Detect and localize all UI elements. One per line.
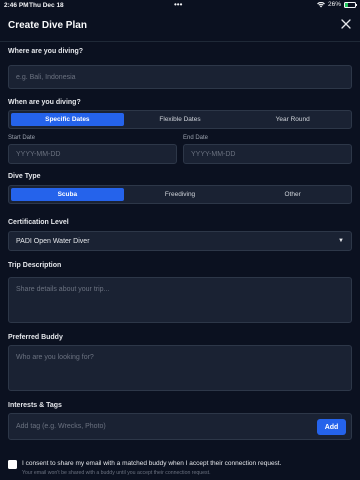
dive-type-label: Dive Type [8,173,41,180]
when-label: When are you diving? [8,99,81,106]
consent-checkbox[interactable] [8,460,17,469]
end-date-input[interactable]: YYYY-MM-DD [183,144,352,164]
modal-header: Create Dive Plan [0,11,360,42]
location-input[interactable]: e.g. Bali, Indonesia [8,65,352,89]
trip-description-textarea[interactable]: Share details about your trip... [8,277,352,323]
date-mode-specific[interactable]: Specific Dates [11,113,124,126]
date-mode-flexible[interactable]: Flexible Dates [124,113,237,126]
end-date-placeholder: YYYY-MM-DD [191,150,236,158]
wifi-icon [317,1,325,7]
add-tag-button[interactable]: Add [317,419,346,435]
trip-description-label: Trip Description [8,262,62,269]
location-label: Where are you diving? [8,48,84,55]
consent-text: I consent to share my email with a match… [22,460,282,467]
certification-label: Certification Level [8,219,69,226]
dive-type-freediving[interactable]: Freediving [124,188,237,201]
trip-description-placeholder: Share details about your trip... [16,286,110,293]
close-icon[interactable] [340,18,352,30]
certification-value: PADI Open Water Diver [16,237,90,245]
tags-label: Interests & Tags [8,402,62,409]
battery-icon [344,1,357,8]
status-date: Thu Dec 18 [29,2,64,9]
tag-input[interactable]: Add tag (e.g. Wrecks, Photo) [16,423,106,430]
location-placeholder: e.g. Bali, Indonesia [16,73,76,81]
page-title: Create Dive Plan [8,20,87,31]
dive-type-scuba[interactable]: Scuba [11,188,124,201]
date-mode-year-round[interactable]: Year Round [236,113,349,126]
end-date-label: End Date [183,135,209,141]
dropdown-caret-icon: ▼ [338,238,344,244]
start-date-placeholder: YYYY-MM-DD [16,150,61,158]
status-time: 2:46 PM [4,2,29,9]
certification-select[interactable]: PADI Open Water Diver ▼ [8,231,352,251]
preferred-buddy-placeholder: Who are you looking for? [16,354,94,361]
dive-type-other[interactable]: Other [236,188,349,201]
battery-percent: 26% [327,1,341,8]
start-date-label: Start Date [8,135,36,141]
status-bar: 2:46 PM Thu Dec 18 ••• 26% [0,0,360,11]
preferred-buddy-textarea[interactable]: Who are you looking for? [8,345,352,391]
multitasking-dots-icon[interactable]: ••• [174,0,182,9]
dive-type-segmented: Scuba Freediving Other [8,185,352,204]
preferred-buddy-label: Preferred Buddy [8,334,63,341]
date-mode-segmented: Specific Dates Flexible Dates Year Round [8,110,352,129]
start-date-input[interactable]: YYYY-MM-DD [8,144,177,164]
tag-input-row: Add tag (e.g. Wrecks, Photo) Add [8,413,352,440]
consent-note: Your email won't be shared with a buddy … [22,470,211,476]
